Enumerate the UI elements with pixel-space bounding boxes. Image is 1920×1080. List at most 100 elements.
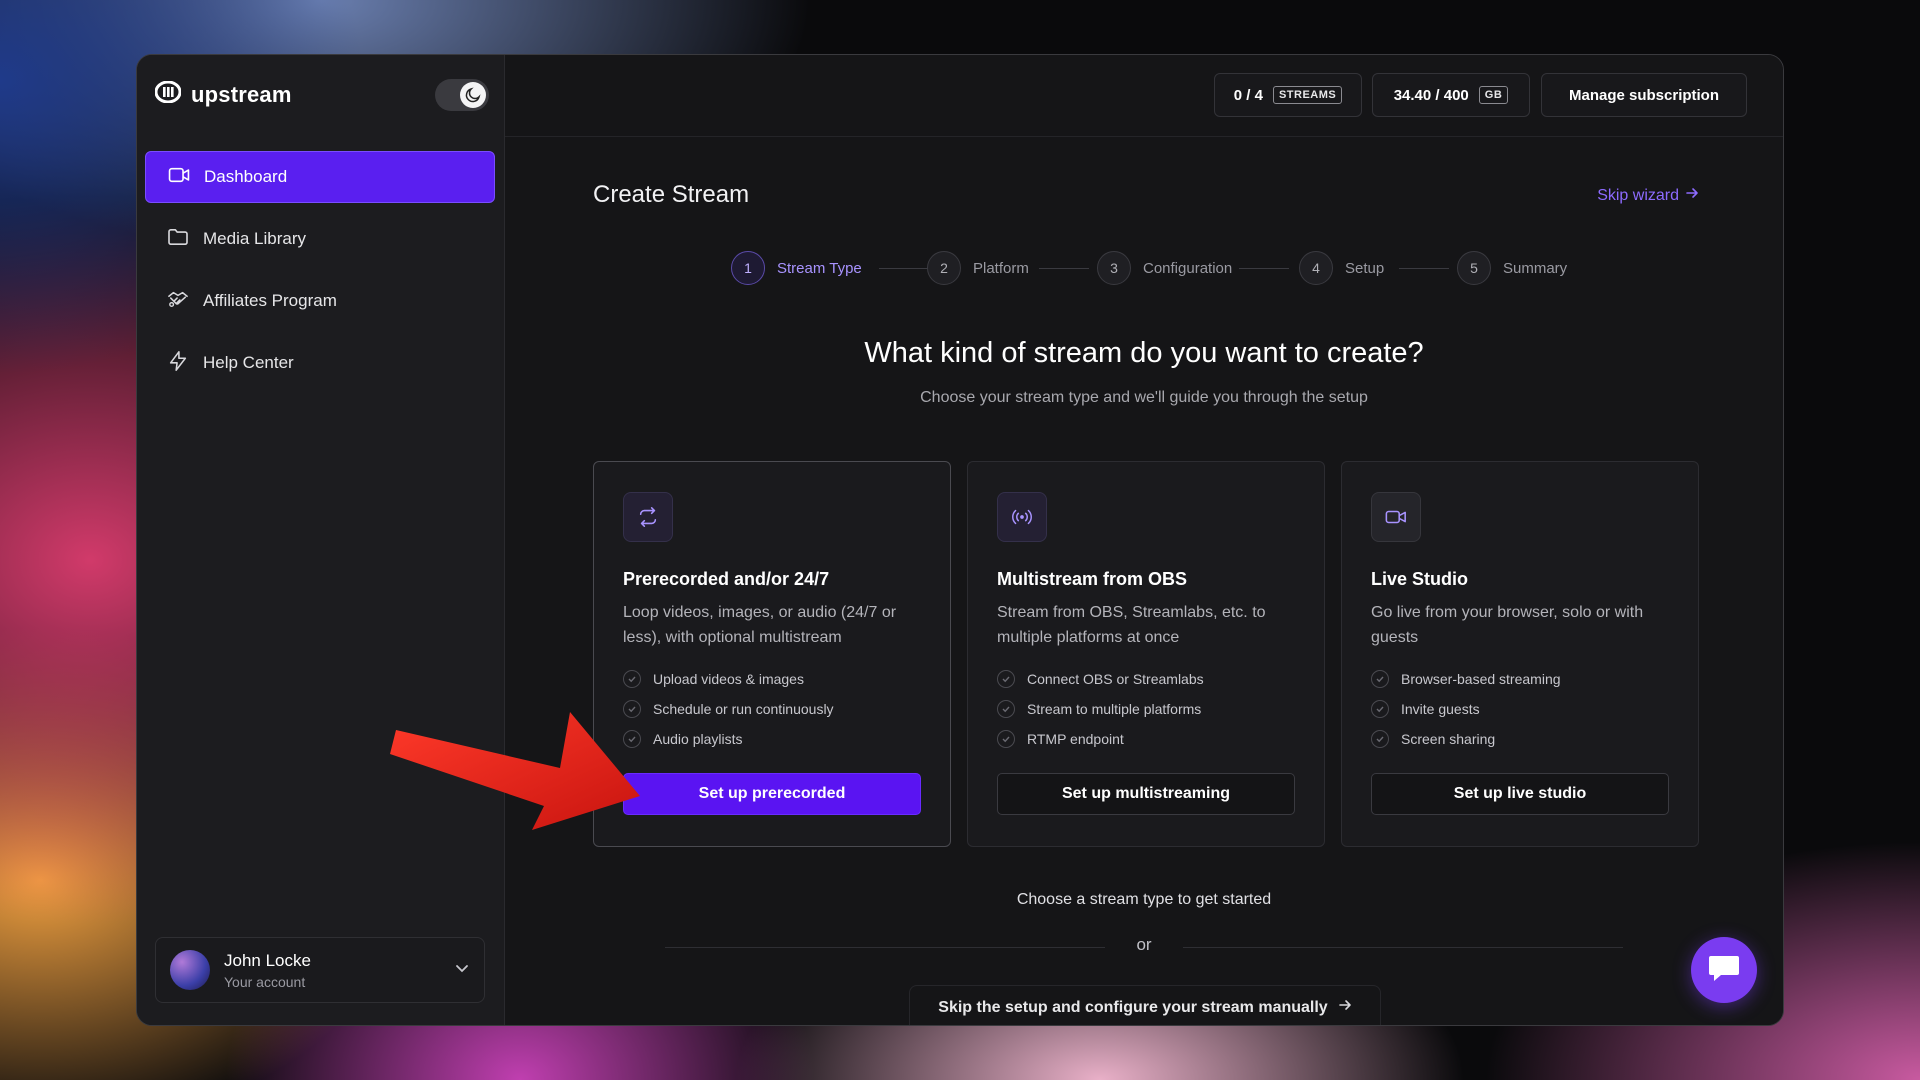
skip-wizard-link[interactable]: Skip wizard — [1597, 186, 1699, 205]
step-label: Platform — [973, 259, 1029, 277]
video-camera-icon — [168, 166, 190, 189]
avatar — [170, 950, 210, 990]
theme-toggle[interactable] — [435, 79, 489, 111]
moon-icon — [460, 82, 486, 108]
step-number: 2 — [927, 251, 961, 285]
check-icon — [997, 730, 1015, 748]
feature-text: Invite guests — [1401, 701, 1480, 717]
storage-usage: 34.40 / 400 GB — [1372, 73, 1530, 117]
setup-multistreaming-button[interactable]: Set up multistreaming — [997, 773, 1295, 815]
card-title: Live Studio — [1371, 569, 1469, 589]
sidebar-item-label: Media Library — [203, 229, 306, 248]
page-title: Create Stream — [593, 181, 750, 208]
repeat-icon — [623, 492, 673, 542]
check-icon — [1371, 670, 1389, 688]
list-item: Connect OBS or Streamlabs — [997, 664, 1204, 694]
step-number: 4 — [1299, 251, 1333, 285]
step-platform[interactable]: 2 Platform — [927, 251, 1029, 285]
account-subtitle: Your account — [224, 973, 306, 990]
video-camera-icon — [1371, 492, 1421, 542]
storage-tag: GB — [1478, 86, 1509, 104]
check-icon — [997, 700, 1015, 718]
arrow-right-icon — [1338, 998, 1352, 1017]
feature-text: Schedule or run continuously — [653, 701, 834, 717]
wizard-stepper: 1 Stream Type 2 Platform 3 Configuration… — [731, 251, 1581, 287]
storage-count: 34.40 / 400 — [1393, 86, 1469, 104]
sidebar-item-label: Dashboard — [204, 167, 288, 186]
brand-logo[interactable]: upstream — [154, 80, 292, 108]
streams-tag: STREAMS — [1272, 86, 1343, 104]
stream-type-card-multistream[interactable]: Multistream from OBS Stream from OBS, St… — [967, 461, 1325, 847]
feature-text: Upload videos & images — [653, 671, 804, 687]
feature-text: Connect OBS or Streamlabs — [1027, 671, 1204, 687]
feature-text: Stream to multiple platforms — [1027, 701, 1202, 717]
check-icon — [1371, 730, 1389, 748]
sidebar: upstream Dashboard Media Library Affilia… — [137, 55, 505, 1025]
check-icon — [1371, 700, 1389, 718]
step-summary[interactable]: 5 Summary — [1457, 251, 1567, 285]
brand-name: upstream — [191, 81, 292, 107]
feature-list: Connect OBS or Streamlabs Stream to mult… — [997, 664, 1204, 754]
or-text: or — [1136, 935, 1152, 954]
page-headline: What kind of stream do you want to creat… — [864, 337, 1424, 369]
lightning-icon — [167, 350, 189, 377]
card-description: Go live from your browser, solo or with … — [1371, 604, 1644, 646]
feature-text: Audio playlists — [653, 731, 743, 747]
step-label: Summary — [1503, 259, 1568, 277]
list-item: Invite guests — [1371, 694, 1561, 724]
step-connector — [879, 268, 929, 269]
step-label: Configuration — [1143, 259, 1233, 277]
skip-manual-label: Skip the setup and configure your stream… — [938, 998, 1328, 1016]
streams-usage: 0 / 4 STREAMS — [1214, 73, 1362, 117]
setup-live-studio-button[interactable]: Set up live studio — [1371, 773, 1669, 815]
stream-type-card-prerecorded[interactable]: Prerecorded and/or 24/7 Loop videos, ima… — [593, 461, 951, 847]
sidebar-item-label: Help Center — [203, 353, 294, 372]
main-content: 0 / 4 STREAMS 34.40 / 400 GB Manage subs… — [505, 55, 1783, 1025]
sidebar-item-help-center[interactable]: Help Center — [145, 337, 495, 389]
step-configuration[interactable]: 3 Configuration — [1097, 251, 1232, 285]
feature-text: Browser-based streaming — [1401, 671, 1561, 687]
page-subheadline: Choose your stream type and we'll guide … — [920, 389, 1368, 406]
choose-prompt: Choose a stream type to get started — [1016, 891, 1272, 908]
manage-subscription-button[interactable]: Manage subscription — [1541, 73, 1747, 117]
feature-list: Upload videos & images Schedule or run c… — [623, 664, 834, 754]
chat-support-button[interactable] — [1691, 937, 1757, 1003]
streams-count: 0 / 4 — [1233, 86, 1263, 104]
step-label: Setup — [1345, 259, 1385, 277]
step-number: 5 — [1457, 251, 1491, 285]
step-label: Stream Type — [777, 259, 862, 277]
step-stream-type[interactable]: 1 Stream Type — [731, 251, 862, 285]
sidebar-nav: Dashboard Media Library Affiliates Progr… — [145, 151, 495, 399]
step-connector — [1399, 268, 1449, 269]
list-item: Screen sharing — [1371, 724, 1561, 754]
account-menu[interactable]: John Locke Your account — [155, 937, 485, 1003]
check-icon — [997, 670, 1015, 688]
skip-setup-manual-link[interactable]: Skip the setup and configure your stream… — [909, 985, 1381, 1025]
card-title: Prerecorded and/or 24/7 — [623, 569, 830, 589]
feature-list: Browser-based streaming Invite guests Sc… — [1371, 664, 1561, 754]
step-setup[interactable]: 4 Setup — [1299, 251, 1384, 285]
card-description: Loop videos, images, or audio (24/7 or l… — [623, 604, 897, 646]
list-item: Audio playlists — [623, 724, 834, 754]
folder-icon — [167, 228, 189, 251]
check-icon — [623, 700, 641, 718]
sidebar-item-affiliates-program[interactable]: Affiliates Program — [145, 275, 495, 327]
step-connector — [1039, 268, 1089, 269]
list-item: Stream to multiple platforms — [997, 694, 1204, 724]
setup-prerecorded-button[interactable]: Set up prerecorded — [623, 773, 921, 815]
stream-type-card-live-studio[interactable]: Live Studio Go live from your browser, s… — [1341, 461, 1699, 847]
check-icon — [623, 730, 641, 748]
step-number: 1 — [731, 251, 765, 285]
sidebar-item-media-library[interactable]: Media Library — [145, 213, 495, 265]
chat-bubble-icon — [1707, 953, 1741, 988]
handshake-icon — [167, 289, 189, 314]
sidebar-item-dashboard[interactable]: Dashboard — [145, 151, 495, 203]
topbar: 0 / 4 STREAMS 34.40 / 400 GB Manage subs… — [505, 55, 1783, 137]
arrow-right-icon — [1685, 186, 1699, 205]
divider-line — [665, 947, 1105, 948]
list-item: Upload videos & images — [623, 664, 834, 694]
or-divider: or — [665, 935, 1623, 959]
list-item: Schedule or run continuously — [623, 694, 834, 724]
feature-text: Screen sharing — [1401, 731, 1496, 747]
app-window: upstream Dashboard Media Library Affilia… — [136, 54, 1784, 1026]
